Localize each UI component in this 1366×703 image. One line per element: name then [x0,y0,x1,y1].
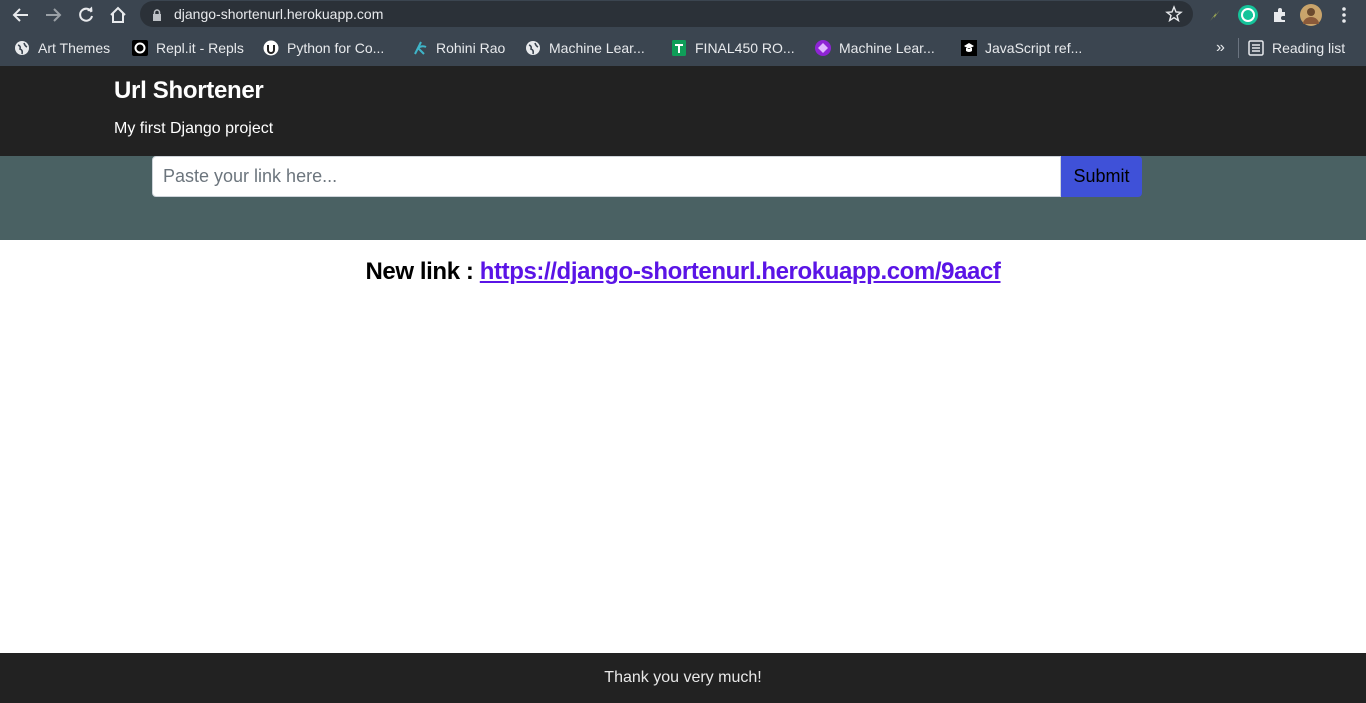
back-button[interactable] [9,3,33,27]
extension-bolt-icon[interactable] [1203,3,1227,27]
globe-icon [14,40,30,56]
replit-icon [132,40,148,56]
bookmark-label: Machine Lear... [839,40,935,56]
reload-icon [79,6,93,22]
bookmark-item[interactable]: FINAL450 RO... [671,38,795,58]
js-ref-icon [961,40,977,56]
site-footer: Thank you very much! [0,653,1366,703]
globe-icon [525,40,541,56]
shorten-form: Submit [0,156,1366,240]
browser-toolbar: django-shortenurl.herokuapp.com [0,0,1366,30]
url-text[interactable]: django-shortenurl.herokuapp.com [174,6,383,22]
extensions-puzzle-icon[interactable] [1268,3,1292,27]
short-link[interactable]: https://django-shortenurl.herokuapp.com/… [480,258,1001,285]
site-header: Url Shortener My first Django project [0,66,1366,156]
forward-button[interactable] [41,3,65,27]
bookmark-label: Rohini Rao [436,40,506,56]
address-bar[interactable]: django-shortenurl.herokuapp.com [140,1,1193,27]
site-title: Url Shortener [114,77,264,104]
lock-icon[interactable] [152,8,162,26]
link-input[interactable] [152,156,1061,197]
rohini-rao-icon [412,40,428,56]
profile-avatar[interactable] [1299,3,1323,27]
home-icon [110,6,126,23]
kebab-menu-icon[interactable] [1332,3,1356,27]
bookmark-label: Python for Co... [287,40,385,56]
bookmark-label: Repl.it - Repls [156,40,244,56]
bookmarks-overflow-button[interactable]: » [1216,38,1225,58]
bookmark-item[interactable]: Art Themes [14,38,110,58]
arrow-right-icon [46,8,62,22]
result-prefix: New link : [365,258,480,285]
bookmark-item[interactable]: JavaScript ref... [961,38,1082,58]
bookmarks-bar: Art Themes Repl.it - Repls Python for Co… [0,30,1366,66]
bookmark-item[interactable]: Repl.it - Repls [132,38,244,58]
purple-diamond-icon [815,40,831,56]
bookmark-star-icon[interactable] [1165,5,1183,28]
bookmark-item[interactable]: Python for Co... [263,38,384,58]
bookmark-label: Machine Lear... [549,40,645,56]
reading-list-button[interactable]: Reading list [1248,38,1345,58]
bookmark-item[interactable]: Machine Lear... [815,38,935,58]
bookmark-label: FINAL450 RO... [695,40,795,56]
arrow-left-icon [12,8,28,22]
reload-button[interactable] [74,3,98,27]
bookmark-item[interactable]: Machine Lear... [525,38,645,58]
result-line: New link : https://django-shortenurl.her… [0,258,1366,286]
bookmark-label: Art Themes [38,40,111,56]
python-for-co-icon [263,40,279,56]
site-subtitle: My first Django project [114,120,274,137]
home-button[interactable] [106,3,130,27]
bookmark-label: JavaScript ref... [985,40,1083,56]
grammarly-icon[interactable] [1236,3,1260,27]
bookmark-item[interactable]: Rohini Rao [412,38,505,58]
sheets-icon [671,40,687,56]
bookmarks-divider [1238,38,1239,58]
submit-button[interactable]: Submit [1061,156,1142,197]
reading-list-label: Reading list [1272,40,1346,56]
footer-text: Thank you very much! [604,669,762,686]
reading-list-icon [1248,40,1264,56]
